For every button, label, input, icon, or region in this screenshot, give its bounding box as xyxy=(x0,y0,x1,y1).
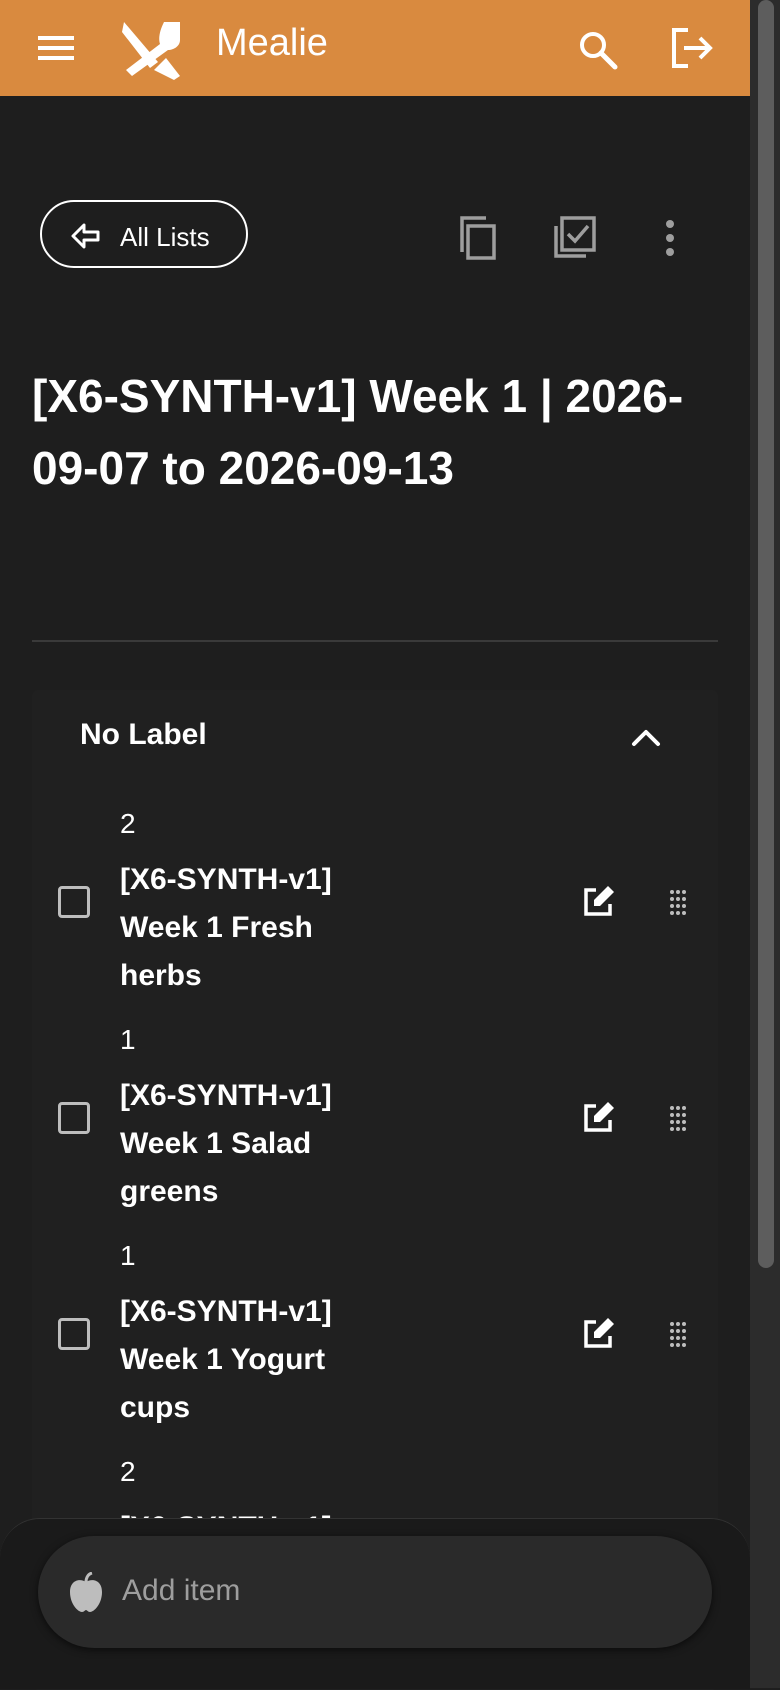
item-quantity: 1 xyxy=(120,1024,136,1055)
add-item-input[interactable] xyxy=(120,1560,684,1622)
drag-handle-icon[interactable] xyxy=(666,888,690,918)
scrollbar-thumb[interactable] xyxy=(758,0,774,1268)
edit-icon[interactable] xyxy=(580,1100,616,1136)
item-name: [X6-SYNTH-v1] Week 1 Fresh herbs xyxy=(120,863,332,992)
item-quantity: 1 xyxy=(120,1240,136,1271)
edit-icon[interactable] xyxy=(580,884,616,920)
item-name: [X6-SYNTH-v1] Week 1 Salad greens xyxy=(120,1079,332,1208)
item-quantity: 2 xyxy=(120,1456,136,1487)
apple-icon xyxy=(70,1572,102,1612)
item-checkbox[interactable] xyxy=(58,1318,90,1350)
edit-icon[interactable] xyxy=(580,1316,616,1352)
menu-icon[interactable] xyxy=(36,30,76,66)
drag-handle-icon[interactable] xyxy=(666,1320,690,1350)
more-vertical-icon[interactable] xyxy=(646,214,694,262)
all-lists-label: All Lists xyxy=(120,222,210,252)
arrow-left-icon xyxy=(71,223,100,249)
chevron-up-icon[interactable] xyxy=(626,718,666,758)
item-name: [X6-SYNTH-v1] Week 1 Yogurt cups xyxy=(120,1295,332,1424)
item-checkbox[interactable] xyxy=(58,1102,90,1134)
item-quantity: 2 xyxy=(120,808,136,839)
drag-handle-icon[interactable] xyxy=(666,1104,690,1134)
search-icon[interactable] xyxy=(576,28,620,72)
fork-knife-logo-icon[interactable] xyxy=(118,18,186,80)
shopping-list-title: [X6-SYNTH-v1] Week 1 | 2026-09-07 to 202… xyxy=(32,370,684,494)
copy-icon[interactable] xyxy=(454,214,502,262)
all-lists-button[interactable]: All Lists xyxy=(40,200,248,268)
app-bar: Mealie xyxy=(0,0,750,96)
app-title: Mealie xyxy=(216,22,328,64)
label-group-title: No Label xyxy=(80,718,207,751)
divider xyxy=(32,640,718,642)
item-checkbox[interactable] xyxy=(58,886,90,918)
logout-icon[interactable] xyxy=(668,26,716,70)
check-all-icon[interactable] xyxy=(550,214,598,262)
